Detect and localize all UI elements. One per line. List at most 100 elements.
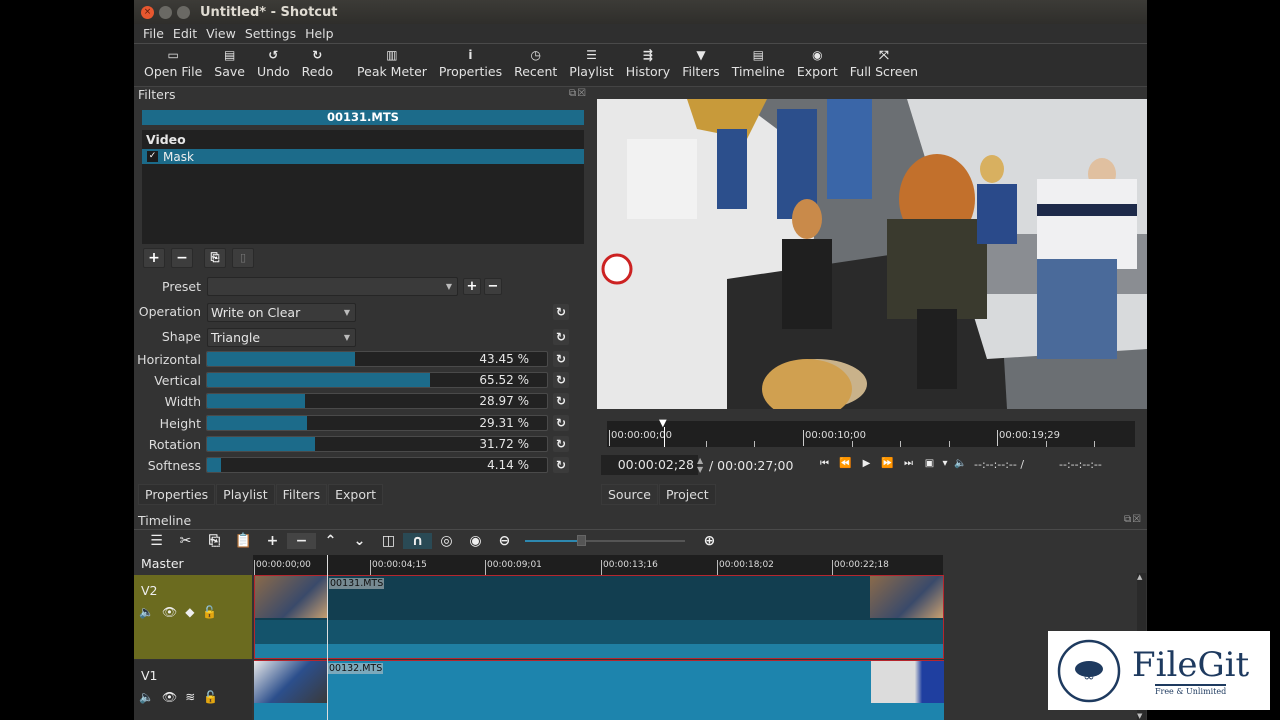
scroll-down-icon[interactable]: ▼ xyxy=(1137,712,1142,720)
timeline-menu-icon[interactable]: ☰ xyxy=(142,533,171,549)
reset-shape-button[interactable]: ↻ xyxy=(553,329,569,345)
zoom-in-icon[interactable]: ⊕ xyxy=(695,533,724,549)
ripple-target-icon[interactable]: ◉ xyxy=(461,533,490,549)
zoom-out-icon[interactable]: ⊖ xyxy=(490,533,519,549)
timeline-clip[interactable]: 00132.MTS xyxy=(254,660,944,720)
reset-horizontal-button[interactable]: ↻ xyxy=(553,351,569,367)
reset-rotation-button[interactable]: ↻ xyxy=(553,435,569,452)
menu-file[interactable]: File xyxy=(143,26,164,41)
lock-icon[interactable]: 🔓 xyxy=(202,605,217,619)
cut-icon[interactable]: ✂ xyxy=(171,533,200,549)
save-preset-button[interactable]: + xyxy=(463,278,481,295)
delete-preset-button[interactable]: − xyxy=(484,278,502,295)
tab-playlist[interactable]: Playlist xyxy=(216,484,275,505)
playhead-icon[interactable]: ▼ xyxy=(659,418,667,429)
mute-icon[interactable]: 🔈 xyxy=(139,690,154,704)
scroll-up-icon[interactable]: ▲ xyxy=(1137,573,1142,581)
skip-to-end-icon[interactable]: ⏭ xyxy=(898,458,919,469)
tab-source[interactable]: Source xyxy=(601,484,658,505)
append-icon[interactable]: + xyxy=(258,533,287,549)
paste-filter-button[interactable]: ▯ xyxy=(232,248,254,268)
volume-icon[interactable]: 🔈 xyxy=(950,458,971,469)
param-slider-height[interactable]: 29.31 % xyxy=(206,414,548,431)
ripple-delete-icon[interactable]: − xyxy=(287,532,316,549)
current-timecode-field[interactable]: 00:00:02;28 xyxy=(601,455,698,475)
track-header-v1[interactable]: V1 🔈 👁 ≋ 🔓 xyxy=(134,660,252,720)
rewind-icon[interactable]: ⏪ xyxy=(835,458,856,469)
overwrite-icon[interactable]: ⌄ xyxy=(345,533,374,549)
zoom-slider-handle[interactable] xyxy=(577,534,586,546)
reset-width-button[interactable]: ↻ xyxy=(553,393,569,410)
param-slider-rotation[interactable]: 31.72 % xyxy=(206,435,548,452)
video-viewer[interactable] xyxy=(597,99,1147,409)
reset-height-button[interactable]: ↻ xyxy=(553,414,569,431)
reset-vertical-button[interactable]: ↻ xyxy=(553,372,569,389)
export-button[interactable]: ◉ Export xyxy=(791,44,844,79)
filters-button[interactable]: ▼ Filters xyxy=(676,44,725,79)
save-button[interactable]: ▤ Save xyxy=(208,44,251,79)
zoom-fit-icon[interactable]: ▣ xyxy=(919,458,940,469)
mute-icon[interactable]: 🔈 xyxy=(139,605,154,619)
tab-properties[interactable]: Properties xyxy=(138,484,216,505)
undo-button[interactable]: ↺ Undo xyxy=(251,44,296,79)
history-button[interactable]: ⇶ History xyxy=(620,44,676,79)
shape-combobox[interactable]: Triangle ▼ xyxy=(207,328,356,347)
timeline-zoom-slider[interactable] xyxy=(525,534,685,548)
param-slider-softness[interactable]: 4.14 % xyxy=(206,457,548,473)
minimize-window-button[interactable] xyxy=(159,5,172,19)
clock-icon: ◷ xyxy=(530,48,541,62)
param-slider-width[interactable]: 28.97 % xyxy=(206,393,548,410)
param-slider-horizontal[interactable]: 43.45 % xyxy=(206,351,548,367)
lock-icon[interactable]: 🔓 xyxy=(203,690,218,704)
composite-icon[interactable]: ◆ xyxy=(185,605,194,619)
reset-softness-button[interactable]: ↻ xyxy=(553,457,569,473)
full-screen-button[interactable]: ⤧ Full Screen xyxy=(844,44,924,79)
preset-combobox[interactable]: ▼ xyxy=(207,277,458,296)
tab-filters[interactable]: Filters xyxy=(275,484,328,505)
filter-enabled-checkbox[interactable]: ✓ xyxy=(147,151,158,162)
maximize-window-button[interactable] xyxy=(177,5,190,19)
timeline-playhead[interactable] xyxy=(327,555,328,720)
paste-icon[interactable]: 📋 xyxy=(229,533,258,549)
menu-edit[interactable]: Edit xyxy=(173,26,197,41)
track-header-v2[interactable]: V2 🔈 👁 ◆ 🔓 xyxy=(134,575,252,659)
add-filter-button[interactable]: + xyxy=(143,248,165,268)
timecode-spinner[interactable]: ▲ ▼ xyxy=(697,456,703,474)
fast-forward-icon[interactable]: ⏩ xyxy=(877,458,898,469)
timeline-clip[interactable]: 00131.MTS xyxy=(254,575,944,659)
timeline-ruler[interactable]: 00:00:00;00 00:00:04;15 00:00:09;01 00:0… xyxy=(253,555,943,575)
dock-float-close-icons[interactable]: ⧉☒ xyxy=(1124,514,1142,525)
peak-meter-button[interactable]: ▥ Peak Meter xyxy=(351,44,433,79)
reset-operation-button[interactable]: ↻ xyxy=(553,304,569,320)
dock-float-close-icons[interactable]: ⧉☒ xyxy=(569,88,587,99)
copy-filter-button[interactable]: ⎘ xyxy=(204,248,226,268)
timeline-button[interactable]: ▤ Timeline xyxy=(726,44,791,79)
recent-button[interactable]: ◷ Recent xyxy=(508,44,563,79)
remove-filter-button[interactable]: − xyxy=(171,248,193,268)
composite-layers-icon[interactable]: ≋ xyxy=(185,690,195,704)
properties-button[interactable]: i Properties xyxy=(433,44,508,79)
tab-export[interactable]: Export xyxy=(328,484,384,505)
split-icon[interactable]: ◫ xyxy=(374,533,403,549)
player-scrubber[interactable]: 00:00:00;00 00:00:10;00 00:00:19;29 ▼ xyxy=(607,418,1135,447)
close-window-button[interactable]: × xyxy=(141,5,154,19)
filter-item-mask[interactable]: ✓ Mask xyxy=(142,149,584,164)
playlist-button[interactable]: ☰ Playlist xyxy=(563,44,619,79)
hide-eye-icon[interactable]: 👁 xyxy=(162,605,177,619)
lift-icon[interactable]: ⌃ xyxy=(316,533,345,549)
open-file-button[interactable]: ▭ Open File xyxy=(138,44,208,79)
menu-help[interactable]: Help xyxy=(305,26,334,41)
menu-view[interactable]: View xyxy=(206,26,236,41)
snap-magnet-icon[interactable]: ∩ xyxy=(403,532,432,549)
scrub-eye-icon[interactable]: ◎ xyxy=(432,533,461,549)
param-slider-vertical[interactable]: 65.52 % xyxy=(206,372,548,389)
zoom-dropdown-icon[interactable]: ▾ xyxy=(940,458,950,469)
skip-to-start-icon[interactable]: ⏮ xyxy=(814,458,835,469)
copy-icon[interactable]: ⎘ xyxy=(200,533,229,549)
play-icon[interactable]: ▶ xyxy=(856,458,877,469)
menu-settings[interactable]: Settings xyxy=(245,26,296,41)
redo-button[interactable]: ↻ Redo xyxy=(296,44,339,79)
tab-project[interactable]: Project xyxy=(658,484,716,505)
operation-combobox[interactable]: Write on Clear ▼ xyxy=(207,303,356,322)
hide-eye-icon[interactable]: 👁 xyxy=(162,690,177,704)
